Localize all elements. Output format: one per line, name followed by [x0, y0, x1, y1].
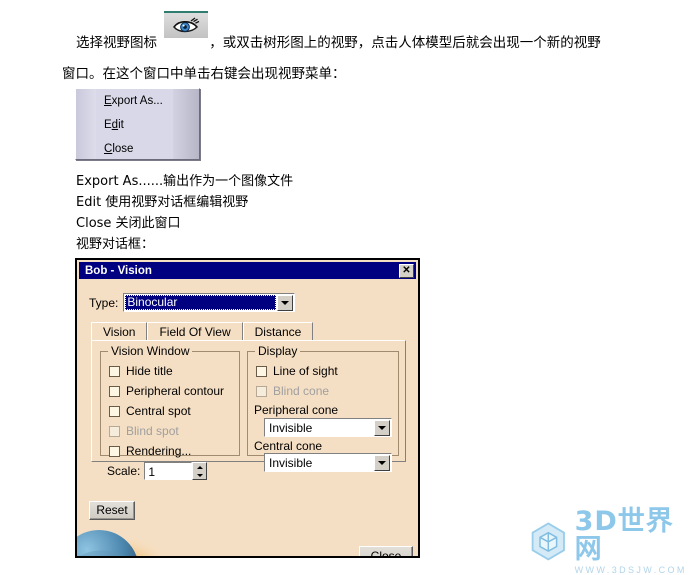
intro-paragraph-line-1: 选择视野图标 ，或双击树形图上的视野，点击人体模型后就会出现一个新的视野: [76, 34, 601, 52]
definition-export-as: Export As......输出作为一个图像文件: [76, 174, 294, 189]
hexagon-cube-logo-icon: [531, 522, 565, 561]
intro-text-after-icon: ，或双击树形图上的视野，点击人体模型后就会出现一个新的视野: [209, 35, 601, 51]
menu-item-export-as[interactable]: Export As...: [76, 89, 199, 113]
close-button[interactable]: Close: [359, 546, 413, 556]
tab-vision[interactable]: Vision: [91, 322, 148, 341]
tab-strip: Vision Field Of View Distance: [91, 321, 406, 341]
definition-dialog-caption: 视野对话框：: [76, 237, 155, 252]
checkbox-box-icon: [109, 405, 120, 417]
central-cone-value: Invisible: [269, 455, 313, 470]
checkbox-central-spot[interactable]: Central spot: [109, 404, 191, 418]
checkbox-peripheral-contour[interactable]: Peripheral contour: [109, 384, 224, 398]
checkbox-box-icon: [109, 365, 120, 377]
vision-context-menu[interactable]: Export As... Edit Close: [75, 88, 200, 160]
checkbox-label: Blind cone: [273, 384, 330, 398]
scale-label: Scale:: [107, 464, 141, 478]
menu-item-edit[interactable]: Edit: [76, 113, 199, 137]
tab-panel-vision: Vision Window Hide title Peripheral cont…: [91, 340, 406, 480]
checkbox-label: Blind spot: [126, 424, 179, 438]
checkbox-label: Rendering...: [126, 444, 192, 458]
tab-distance[interactable]: Distance: [242, 322, 314, 341]
central-cone-combobox[interactable]: Invisible: [264, 453, 392, 472]
definition-close: Close 关闭此窗口: [76, 216, 181, 231]
type-combobox[interactable]: Binocular: [123, 293, 296, 312]
type-chevron-down-icon[interactable]: [277, 294, 294, 311]
checkbox-label: Peripheral contour: [126, 384, 225, 398]
reset-button[interactable]: Reset: [89, 501, 135, 520]
group-vision-window-title: Vision Window: [108, 344, 193, 358]
checkbox-rendering[interactable]: Rendering...: [109, 444, 191, 458]
dialog-body: Type: Binocular Vision Field Of View Dis…: [77, 279, 418, 556]
peripheral-cone-combobox[interactable]: Invisible: [264, 418, 392, 437]
vision-eye-icon: [173, 17, 200, 33]
site-watermark: 3D世界网 WWW.3DSJW.COM: [528, 507, 692, 575]
tab-field-of-view[interactable]: Field Of View: [147, 322, 243, 341]
type-label: Type:: [89, 295, 119, 310]
scale-row: Scale: 1: [107, 462, 208, 480]
vision-dialog-window: Bob - Vision ✕ Type: Binocular Vision Fi…: [75, 258, 420, 558]
checkbox-label: Line of sight: [273, 364, 338, 378]
group-vision-window: Vision Window Hide title Peripheral cont…: [100, 344, 240, 480]
checkbox-blind-cone: Blind cone: [256, 384, 329, 398]
dialog-close-icon[interactable]: ✕: [399, 263, 414, 278]
type-combobox-value: Binocular: [125, 295, 277, 310]
peripheral-cone-value: Invisible: [269, 420, 313, 435]
dialog-title: Bob - Vision: [85, 264, 152, 277]
group-display: Display Line of sight Blind cone Periphe…: [247, 344, 399, 472]
menu-item-close[interactable]: Close: [76, 137, 199, 161]
vision-eye-icon-button[interactable]: [164, 11, 208, 38]
central-cone-label: Central cone: [254, 439, 323, 453]
checkbox-box-icon: [256, 385, 267, 397]
watermark-title: 3D世界网: [574, 505, 674, 565]
checkbox-label: Hide title: [126, 364, 173, 378]
checkbox-hide-title[interactable]: Hide title: [109, 364, 173, 378]
checkbox-box-icon: [256, 365, 267, 377]
checkbox-box-icon: [109, 425, 120, 437]
peripheral-cone-chevron-down-icon[interactable]: [374, 419, 390, 436]
central-cone-chevron-down-icon[interactable]: [374, 454, 390, 471]
stepper-down-icon[interactable]: [196, 473, 203, 477]
intro-text-before-icon: 选择视野图标: [76, 35, 157, 51]
checkbox-blind-spot: Blind spot: [109, 424, 179, 438]
stepper-up-icon[interactable]: [196, 465, 203, 469]
intro-paragraph-line-2: 窗口。在这个窗口中单击右键会出现视野菜单：: [62, 66, 346, 82]
scale-stepper[interactable]: [192, 462, 208, 480]
group-display-title: Display: [255, 344, 301, 358]
type-row: Type: Binocular: [89, 293, 296, 312]
checkbox-box-icon: [109, 385, 120, 397]
checkbox-box-icon: [109, 445, 120, 457]
dialog-title-bar[interactable]: Bob - Vision ✕: [79, 262, 416, 279]
definition-edit: Edit 使用视野对话框编辑视野: [76, 195, 249, 210]
watermark-url: WWW.3DSJW.COM: [574, 564, 687, 575]
checkbox-line-of-sight[interactable]: Line of sight: [256, 364, 338, 378]
peripheral-cone-label: Peripheral cone: [254, 403, 339, 417]
checkbox-label: Central spot: [126, 404, 191, 418]
scale-input[interactable]: 1: [144, 462, 193, 480]
